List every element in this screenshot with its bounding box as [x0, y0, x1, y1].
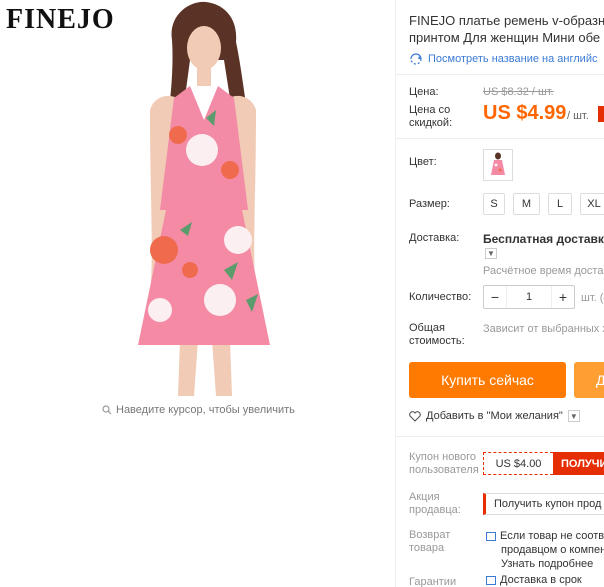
wishlist-label[interactable]: Добавить в "Мои желания"	[426, 410, 563, 422]
translate-icon	[410, 53, 422, 65]
product-title: FINEJO платье ремень v-образн принтом Дл…	[409, 12, 604, 46]
increment-button[interactable]: +	[552, 286, 574, 308]
size-option-s[interactable]: S	[483, 193, 505, 215]
heart-icon	[409, 410, 421, 422]
translate-link[interactable]: Посмотреть название на английс	[409, 53, 597, 65]
truck-icon	[486, 575, 496, 585]
seller-coupon-button[interactable]: Получить купон прод	[483, 493, 604, 515]
quantity-stepper[interactable]: − 1 +	[483, 285, 575, 309]
discount-badge	[598, 106, 604, 122]
discount-price-label-2: скидкой:	[409, 117, 453, 129]
brand-logo: FINEJO	[6, 4, 115, 35]
product-image[interactable]	[120, 0, 286, 396]
divider	[396, 436, 604, 437]
decrement-button[interactable]: −	[484, 286, 506, 308]
shipping-label: Доставка:	[409, 232, 460, 244]
size-option-m[interactable]: M	[513, 193, 540, 215]
divider	[396, 138, 604, 139]
new-user-coupon-label: Купон нового пользователя	[409, 451, 479, 477]
add-to-cart-button[interactable]: Д	[574, 362, 604, 398]
guarantees-value: Доставка в срок	[486, 574, 582, 586]
quantity-input[interactable]: 1	[506, 286, 552, 308]
guarantees-label: Гарантии	[409, 576, 457, 587]
quantity-label: Количество:	[409, 291, 472, 303]
seller-promo-label: Акция продавца:	[409, 491, 461, 517]
divider	[396, 74, 604, 75]
translate-link-text[interactable]: Посмотреть название на английс	[428, 53, 597, 65]
column-divider	[395, 0, 396, 587]
buy-now-button[interactable]: Купить сейчас	[409, 362, 566, 398]
new-user-coupon-label-1: Купон нового	[409, 451, 477, 463]
size-label: Размер:	[409, 198, 450, 210]
discount-price-label-1: Цена со	[409, 104, 451, 116]
return-icon	[486, 531, 496, 541]
color-swatch-thumbnail	[485, 151, 511, 179]
shipping-estimate: Расчётное время доставки	[483, 265, 604, 277]
returns-learn-more[interactable]: Узнать подробнее	[486, 557, 604, 571]
seller-promo-label-2: продавца:	[409, 504, 461, 516]
zoom-hint: Наведите курсор, чтобы увеличить	[102, 404, 295, 416]
returns-line1: Если товар не соотве	[500, 530, 604, 542]
original-price: US $8.32 / шт.	[483, 86, 554, 98]
total-label-1: Общая	[409, 322, 445, 334]
zoom-hint-text: Наведите курсор, чтобы увеличить	[116, 404, 295, 416]
product-title-line2: принтом Для женщин Мини обе	[409, 30, 601, 45]
size-option-xl[interactable]: XL	[580, 193, 604, 215]
returns-label-2: товара	[409, 542, 445, 554]
total-label-2: стоимость:	[409, 335, 465, 347]
search-icon	[102, 405, 112, 415]
guarantees-text: Доставка в срок	[500, 574, 582, 586]
returns-line2: продавцом о компен	[501, 544, 604, 556]
discount-price: US $4.99	[483, 102, 567, 124]
returns-label-1: Возврат	[409, 529, 451, 541]
color-label: Цвет:	[409, 156, 437, 168]
seller-promo-label-1: Акция	[409, 491, 440, 503]
quantity-available: шт. (4	[581, 292, 604, 304]
new-user-coupon-label-2: пользователя	[409, 464, 479, 476]
product-title-line1: FINEJO платье ремень v-образн	[409, 13, 604, 28]
shipping-method[interactable]: Бесплатная доставка в	[483, 232, 604, 246]
returns-label: Возврат товара	[409, 529, 450, 555]
color-swatch[interactable]	[483, 149, 513, 181]
discount-price-label: Цена со скидкой:	[409, 104, 452, 130]
size-option-l[interactable]: L	[548, 193, 572, 215]
chevron-down-icon[interactable]: ▼	[485, 248, 497, 259]
wishlist-button[interactable]: Добавить в "Мои желания" ▼	[409, 410, 580, 422]
get-coupon-button[interactable]: ПОЛУЧИ	[553, 452, 604, 475]
returns-info: Если товар не соотве продавцом о компен …	[486, 529, 604, 571]
price-label: Цена:	[409, 86, 439, 98]
coupon-amount: US $4.00	[483, 452, 553, 475]
chevron-down-icon[interactable]: ▼	[567, 410, 580, 422]
per-unit-label: / шт.	[567, 110, 589, 122]
new-user-coupon[interactable]: US $4.00 ПОЛУЧИ	[483, 452, 604, 475]
total-value: Зависит от выбранных х	[483, 323, 604, 335]
total-label: Общая стоимость:	[409, 322, 465, 348]
